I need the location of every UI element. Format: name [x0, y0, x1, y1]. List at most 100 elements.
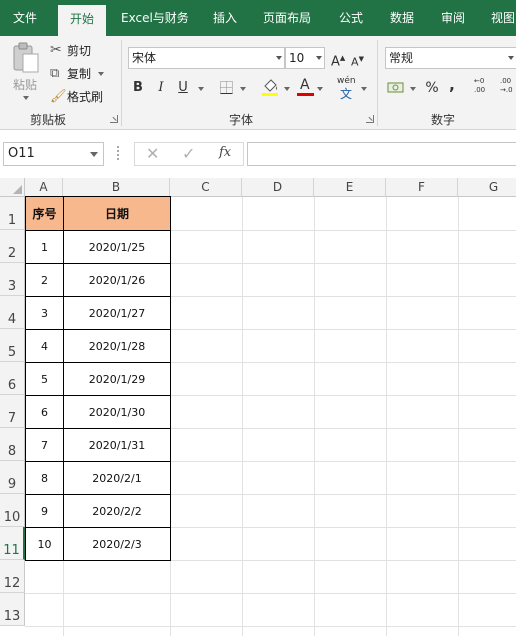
underline-dropdown-icon[interactable] [198, 87, 204, 91]
font-size-combo[interactable]: 10 [285, 47, 325, 69]
tab-insert[interactable]: 插入 [213, 0, 237, 36]
worksheet-grid[interactable]: A B C D E F G 1 2 3 4 5 6 7 8 9 10 11 12… [0, 178, 516, 636]
cancel-icon[interactable]: ✕ [146, 144, 159, 163]
column-header-a[interactable]: A [25, 178, 63, 197]
column-header-g[interactable]: G [458, 178, 516, 197]
row-header[interactable]: 3 [0, 263, 25, 296]
paste-button[interactable]: 粘贴 [8, 40, 44, 96]
font-launcher-icon[interactable] [366, 115, 374, 123]
fill-color-dropdown-icon[interactable] [284, 87, 290, 91]
paste-dropdown-icon[interactable] [23, 96, 29, 100]
tab-excel-finance[interactable]: Excel与财务 [121, 0, 189, 36]
copy-dropdown-icon[interactable] [98, 72, 105, 76]
tab-file[interactable]: 文件 [13, 0, 37, 36]
borders-icon[interactable] [219, 80, 235, 96]
tab-review[interactable]: 审阅 [441, 0, 465, 36]
header-cell-seq[interactable]: 序号 [25, 196, 64, 231]
format-painter-label: 格式刷 [67, 89, 104, 104]
format-painter-button[interactable]: 🖌 格式刷 [50, 86, 103, 106]
font-color-dropdown-icon[interactable] [317, 87, 323, 91]
table-cell[interactable]: 2 [25, 263, 64, 297]
chevron-down-icon[interactable] [508, 56, 514, 60]
table-cell[interactable]: 2020/2/2 [63, 494, 171, 528]
borders-dropdown-icon[interactable] [240, 87, 246, 91]
number-group-label: 数字 [431, 113, 456, 127]
currency-icon[interactable] [387, 79, 407, 97]
decrease-font-icon[interactable]: A▼ [351, 50, 364, 72]
row-header[interactable]: 8 [0, 428, 25, 461]
font-color-button[interactable]: A [297, 77, 315, 97]
table-cell[interactable]: 2020/1/31 [63, 428, 171, 462]
percent-button[interactable]: % [424, 79, 440, 97]
tab-formulas[interactable]: 公式 [339, 0, 363, 36]
italic-button[interactable]: I [154, 79, 168, 97]
header-cell-date[interactable]: 日期 [63, 196, 171, 231]
phonetic-icon: 文 [340, 87, 353, 101]
formula-input[interactable] [247, 142, 516, 166]
tab-view[interactable]: 视图 [491, 0, 515, 36]
insert-function-icon[interactable]: fx [219, 145, 231, 160]
row-header[interactable]: 13 [0, 593, 25, 626]
column-header-d[interactable]: D [242, 178, 314, 197]
row-header[interactable]: 6 [0, 362, 25, 395]
chevron-down-icon[interactable] [316, 56, 322, 60]
table-cell[interactable]: 2020/1/28 [63, 329, 171, 363]
copy-button[interactable]: ⧉ 复制 [50, 63, 105, 83]
row-header[interactable]: 4 [0, 296, 25, 329]
chevron-down-icon[interactable] [90, 152, 98, 157]
table-cell[interactable]: 1 [25, 230, 64, 264]
table-cell[interactable]: 5 [25, 362, 64, 396]
name-box[interactable]: O11 [3, 142, 104, 166]
table-cell[interactable]: 2020/1/27 [63, 296, 171, 330]
fill-color-icon[interactable] [261, 77, 279, 97]
decrease-decimal-icon[interactable]: .00 →.0 [500, 77, 516, 99]
column-header-c[interactable]: C [170, 178, 242, 197]
table-cell[interactable]: 2020/1/30 [63, 395, 171, 429]
select-all-button[interactable] [0, 178, 25, 197]
increase-decimal-icon[interactable]: ←0.00 [474, 77, 492, 99]
gridline [25, 593, 516, 594]
table-cell[interactable]: 2020/2/3 [63, 527, 171, 561]
ribbon-tab-bar: 文件 开始 Excel与财务 插入 页面布局 公式 数据 审阅 视图 [0, 0, 516, 36]
font-group-label: 字体 [229, 113, 254, 127]
bold-button[interactable]: B [131, 79, 145, 97]
row-header[interactable]: 2 [0, 230, 25, 263]
tab-data[interactable]: 数据 [390, 0, 414, 36]
column-header-f[interactable]: F [386, 178, 458, 197]
chevron-down-icon[interactable] [276, 56, 282, 60]
enter-icon[interactable]: ✓ [182, 144, 195, 163]
row-header[interactable]: 10 [0, 494, 25, 527]
table-cell[interactable]: 6 [25, 395, 64, 429]
row-header-selected[interactable]: 11 [0, 527, 25, 560]
row-header[interactable]: 1 [0, 197, 25, 230]
table-cell[interactable]: 8 [25, 461, 64, 495]
tab-page-layout[interactable]: 页面布局 [263, 0, 311, 36]
table-cell[interactable]: 10 [25, 527, 64, 561]
font-size-value: 10 [289, 51, 305, 65]
clipboard-launcher-icon[interactable] [110, 115, 118, 123]
table-cell[interactable]: 2020/1/29 [63, 362, 171, 396]
number-format-combo[interactable]: 常规 [385, 47, 516, 69]
table-cell[interactable]: 2020/1/26 [63, 263, 171, 297]
column-header-b[interactable]: B [63, 178, 170, 197]
increase-font-icon[interactable]: A▲ [331, 49, 345, 71]
table-cell[interactable]: 2020/2/1 [63, 461, 171, 495]
table-cell[interactable]: 7 [25, 428, 64, 462]
phonetic-button[interactable]: wén 文 [336, 76, 358, 101]
underline-button[interactable]: U [176, 79, 190, 97]
table-cell[interactable]: 4 [25, 329, 64, 363]
row-header[interactable]: 12 [0, 560, 25, 593]
comma-button[interactable]: , [447, 76, 457, 94]
cut-button[interactable]: ✂ 剪切 [50, 40, 91, 60]
table-cell[interactable]: 9 [25, 494, 64, 528]
row-header[interactable]: 9 [0, 461, 25, 494]
row-header[interactable]: 7 [0, 395, 25, 428]
column-header-e[interactable]: E [314, 178, 386, 197]
row-header[interactable]: 5 [0, 329, 25, 362]
currency-dropdown-icon[interactable] [410, 87, 416, 91]
phonetic-dropdown-icon[interactable] [361, 87, 367, 91]
table-cell[interactable]: 3 [25, 296, 64, 330]
table-cell[interactable]: 2020/1/25 [63, 230, 171, 264]
font-name-combo[interactable]: 宋体 [128, 47, 285, 69]
tab-home[interactable]: 开始 [58, 5, 107, 36]
